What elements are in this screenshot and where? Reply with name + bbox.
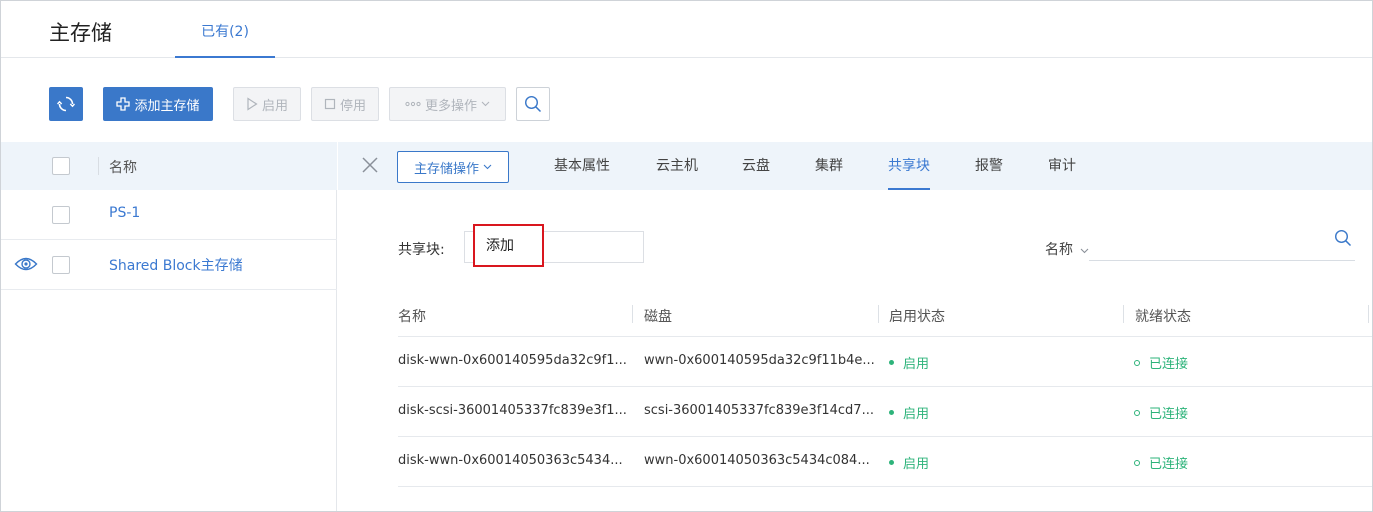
tab-alarms[interactable]: 报警 xyxy=(975,142,1003,190)
list-item-name[interactable]: PS-1 xyxy=(109,205,140,221)
disable-label: 停用 xyxy=(339,98,366,114)
column-header-name: 名称 xyxy=(398,309,426,325)
filter-field-selector[interactable]: 名称 xyxy=(1045,239,1089,259)
enable-status-text: 启用 xyxy=(903,357,930,372)
play-icon xyxy=(247,97,258,111)
column-divider xyxy=(878,305,879,323)
page-header: 主存储 已有(2) xyxy=(1,1,1372,58)
detail-tab-bar: 主存储操作 基本属性 云主机 云盘 集群 共享块 报警 审计 xyxy=(338,142,1372,190)
add-primary-storage-label: 添加主存储 xyxy=(134,98,200,114)
page-title: 主存储 xyxy=(49,21,112,45)
search-button[interactable] xyxy=(516,87,550,121)
add-shared-block-button[interactable]: 添加 xyxy=(473,224,544,267)
chevron-down-icon xyxy=(481,101,490,107)
ready-status-text: 已连接 xyxy=(1149,457,1189,472)
list-item[interactable]: Shared Block主存储 xyxy=(1,240,337,290)
cell-disk: scsi-36001405337fc839e3f14cd7... xyxy=(644,403,874,418)
more-actions-button[interactable]: 更多操作 xyxy=(389,87,506,121)
table-row-divider xyxy=(398,436,1372,437)
list-header: 名称 xyxy=(1,142,337,190)
cell-disk: wwn-0x600140595da32c9f11b4e... xyxy=(644,353,875,368)
more-dots-icon xyxy=(405,101,421,107)
cell-enable-status: 启用 xyxy=(889,403,929,422)
storage-list-panel: 名称 PS-1 Shared Block主存储 xyxy=(1,142,337,511)
stop-icon xyxy=(324,98,336,110)
cell-ready-status: 已连接 xyxy=(1134,403,1188,422)
search-icon[interactable] xyxy=(1334,229,1352,251)
refresh-button[interactable] xyxy=(49,87,83,121)
ready-status-text: 已连接 xyxy=(1149,407,1189,422)
table-divider xyxy=(398,336,1372,337)
enable-status-text: 启用 xyxy=(903,457,930,472)
tab-basic-properties[interactable]: 基本属性 xyxy=(554,142,610,190)
status-ring-icon xyxy=(1134,409,1140,416)
column-header-ready-status: 就绪状态 xyxy=(1135,309,1191,325)
cell-ready-status: 已连接 xyxy=(1134,353,1188,372)
disable-button[interactable]: 停用 xyxy=(311,87,379,121)
tab-existing[interactable]: 已有(2) xyxy=(175,1,275,58)
enable-status-text: 启用 xyxy=(903,407,930,422)
tab-audit[interactable]: 审计 xyxy=(1048,142,1076,190)
more-actions-label: 更多操作 xyxy=(424,98,477,114)
ready-status-text: 已连接 xyxy=(1149,357,1189,372)
cell-name: disk-wwn-0x60014050363c5434... xyxy=(398,453,623,468)
cell-enable-status: 启用 xyxy=(889,453,929,472)
tab-volumes[interactable]: 云盘 xyxy=(742,142,770,190)
close-icon[interactable] xyxy=(360,155,380,179)
chevron-down-icon xyxy=(483,164,492,170)
cell-name: disk-scsi-36001405337fc839e3f1... xyxy=(398,403,627,418)
status-ring-icon xyxy=(1134,359,1140,366)
storage-ops-label: 主存储操作 xyxy=(413,161,479,177)
column-header-disk: 磁盘 xyxy=(644,309,672,325)
select-all-checkbox[interactable] xyxy=(52,157,70,175)
column-divider xyxy=(1123,305,1124,323)
cell-enable-status: 启用 xyxy=(889,353,929,372)
storage-ops-dropdown[interactable]: 主存储操作 xyxy=(397,151,509,183)
row-checkbox[interactable] xyxy=(52,256,70,274)
cell-disk: wwn-0x60014050363c5434c084... xyxy=(644,453,870,468)
list-item[interactable]: PS-1 xyxy=(1,190,337,240)
app-window: 主存储 已有(2) 添加主存储 启用 停用 更多操作 名称 PS-1 Share… xyxy=(0,0,1373,512)
row-checkbox[interactable] xyxy=(52,206,70,224)
shared-block-label: 共享块: xyxy=(398,242,445,258)
column-divider xyxy=(98,157,99,175)
enable-button[interactable]: 启用 xyxy=(233,87,301,121)
status-dot-icon xyxy=(889,360,894,365)
add-primary-storage-button[interactable]: 添加主存储 xyxy=(103,87,213,121)
column-header-enable-status: 启用状态 xyxy=(889,309,945,325)
tab-vm-instances[interactable]: 云主机 xyxy=(656,142,698,190)
status-dot-icon xyxy=(889,460,894,465)
column-divider xyxy=(1368,305,1369,323)
status-ring-icon xyxy=(1134,459,1140,466)
eye-icon xyxy=(14,254,38,278)
tab-shared-block[interactable]: 共享块 xyxy=(888,142,930,190)
search-icon xyxy=(524,95,542,113)
table-row-divider xyxy=(398,386,1372,387)
list-item-name[interactable]: Shared Block主存储 xyxy=(109,255,243,275)
refresh-icon xyxy=(57,96,75,112)
column-divider xyxy=(632,305,633,323)
status-dot-icon xyxy=(889,410,894,415)
tab-clusters[interactable]: 集群 xyxy=(815,142,843,190)
cell-name: disk-wwn-0x600140595da32c9f1... xyxy=(398,353,627,368)
table-row-divider xyxy=(398,486,1372,487)
filter-field-label: 名称 xyxy=(1045,242,1073,258)
plus-icon xyxy=(116,97,131,111)
list-header-name: 名称 xyxy=(109,160,137,176)
filter-search-input[interactable] xyxy=(1089,227,1355,261)
cell-ready-status: 已连接 xyxy=(1134,453,1188,472)
enable-label: 启用 xyxy=(261,98,288,114)
